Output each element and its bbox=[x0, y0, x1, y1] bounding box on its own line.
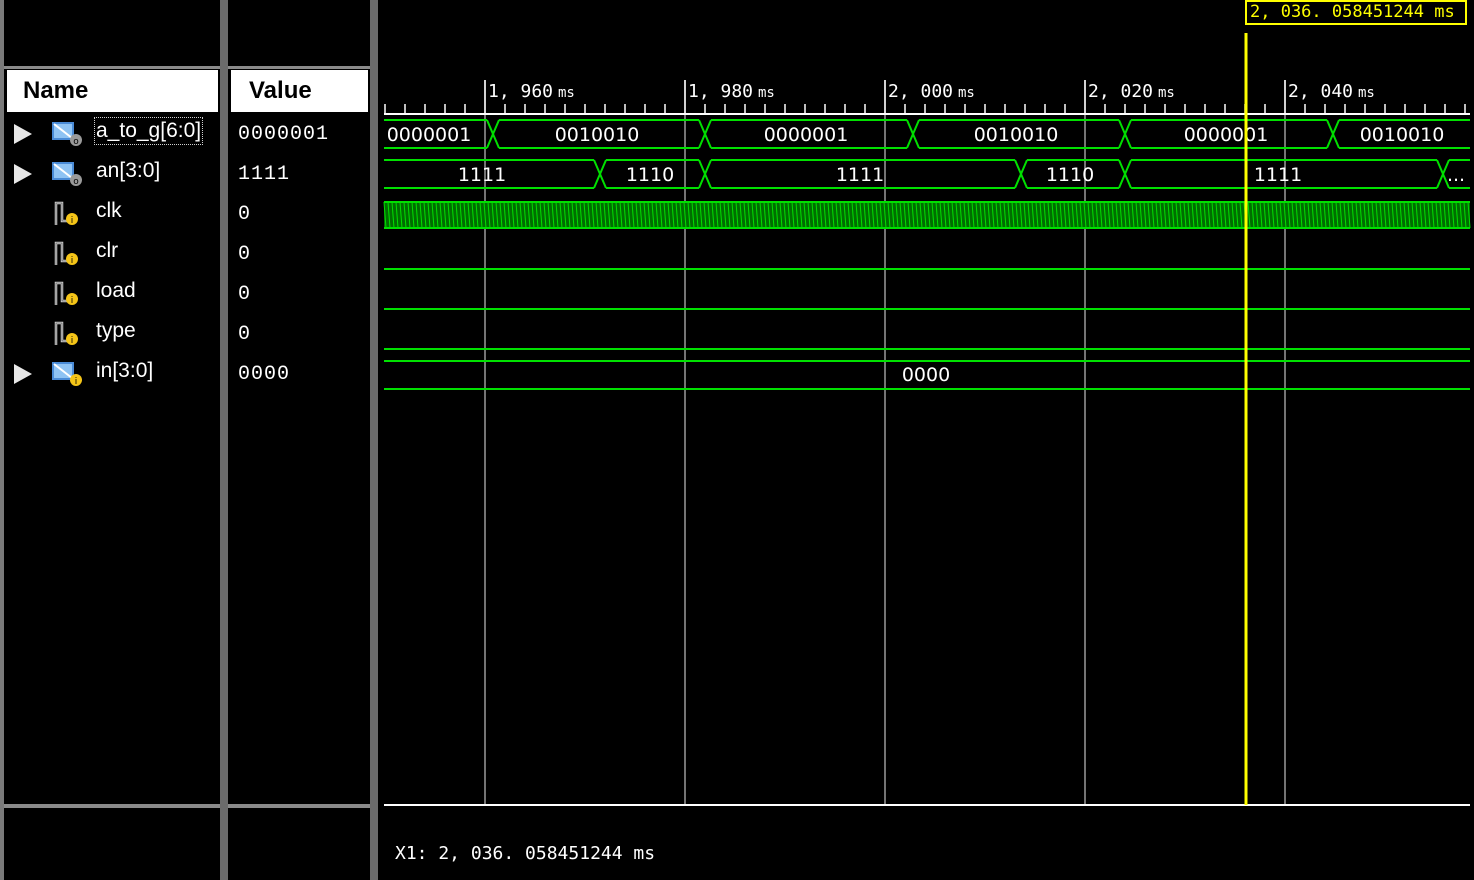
ruler-unit-label: ms bbox=[958, 85, 975, 101]
ruler-tick-label: 2, 020 bbox=[1088, 81, 1153, 102]
a-to-g-wave-value-label: 0010010 bbox=[1360, 124, 1445, 146]
a-to-g-wave-value-label: 0010010 bbox=[974, 124, 1059, 146]
ruler-tick-label: 2, 040 bbox=[1288, 81, 1353, 102]
an-wave-value-label: 1110 bbox=[626, 164, 674, 186]
ruler-unit-label: ms bbox=[1358, 85, 1375, 101]
ruler-tick-label: 1, 980 bbox=[688, 81, 753, 102]
ruler-unit-label: ms bbox=[758, 85, 775, 101]
x1-cursor-readout: X1: 2, 036. 058451244 ms bbox=[395, 843, 656, 864]
cursor-time-label[interactable]: 2, 036. 058451244 ms bbox=[1245, 0, 1467, 25]
in-wave-value-label: 0000 bbox=[902, 364, 950, 386]
a-to-g-wave-value-label: 0000001 bbox=[387, 124, 472, 146]
ruler-tick-label: 2, 000 bbox=[888, 81, 953, 102]
a-to-g-wave-value-label: 0000001 bbox=[1184, 124, 1269, 146]
waveform-traces: 0000001 0010010 0000001 0010010 0000001 00100… bbox=[383, 119, 1471, 390]
an-wave-value-label: 1111 bbox=[836, 164, 884, 186]
a-to-g-wave-value-label: 0000001 bbox=[764, 124, 849, 146]
an-wave-value-label: 1110 bbox=[1046, 164, 1094, 186]
waveform-canvas[interactable]: 1, 960 ms 1, 980 ms 2, 000 ms 2, 020 ms 2, 040 ms… bbox=[0, 0, 1474, 880]
a-to-g-wave-value-label: 0010010 bbox=[555, 124, 640, 146]
an-wave-value-label: 1111 bbox=[1254, 164, 1302, 186]
clk-wave bbox=[384, 202, 1470, 228]
ruler-unit-label: ms bbox=[558, 85, 575, 101]
an-wave-value-label: ... bbox=[1447, 164, 1465, 186]
ruler-tick-label: 1, 960 bbox=[488, 81, 553, 102]
an-wave-value-label: 1111 bbox=[458, 164, 506, 186]
ruler-unit-label: ms bbox=[1158, 85, 1175, 101]
time-ruler: 1, 960 ms 1, 980 ms 2, 000 ms 2, 020 ms 2, 040 ms bbox=[384, 80, 1470, 115]
